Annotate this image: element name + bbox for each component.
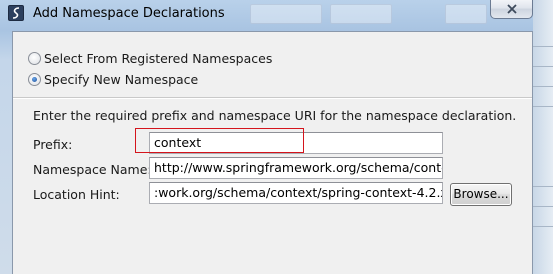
- prefix-input[interactable]: context: [149, 132, 443, 154]
- registered-namespaces-label: Select From Registered Namespaces: [44, 51, 273, 66]
- separator: [13, 97, 532, 99]
- specify-namespace-label: Specify New Namespace: [44, 72, 199, 87]
- location-hint-input[interactable]: :work.org/schema/context/spring-context-…: [149, 182, 443, 204]
- radio-selected-dot: [32, 77, 37, 82]
- dialog-content: Select From Registered Namespaces Specif…: [12, 31, 533, 274]
- prefix-label: Prefix:: [33, 137, 73, 152]
- title-bar[interactable]: Add Namespace Declarations: [0, 0, 553, 30]
- close-button[interactable]: [490, 0, 533, 19]
- browse-button[interactable]: Browse...: [450, 183, 512, 206]
- instructions-text: Enter the required prefix and namespace …: [33, 108, 517, 123]
- dialog-window: Add Namespace Declarations Select From R…: [0, 0, 553, 274]
- close-icon: [507, 4, 517, 14]
- namespace-name-input[interactable]: http://www.springframework.org/schema/co…: [149, 157, 443, 179]
- registered-namespaces-radio[interactable]: [28, 52, 41, 65]
- namespace-name-label: Namespace Name:: [33, 162, 152, 177]
- location-hint-label: Location Hint:: [33, 187, 120, 202]
- specify-namespace-radio[interactable]: [28, 73, 41, 86]
- background-strip: [533, 0, 553, 274]
- app-icon: [8, 5, 24, 21]
- window-title: Add Namespace Declarations: [33, 6, 225, 21]
